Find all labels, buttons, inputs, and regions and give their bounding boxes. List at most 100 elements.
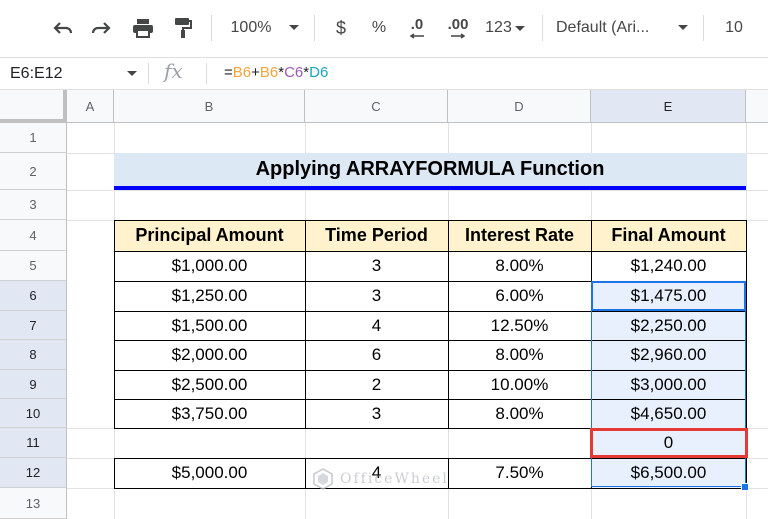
formula-token: +: [251, 64, 260, 81]
table-border: [305, 220, 306, 429]
name-box-dropdown-icon[interactable]: [126, 70, 138, 78]
font-family-label: Default (Ari...: [556, 19, 650, 36]
table-cell[interactable]: 12.50%: [448, 311, 591, 340]
gridline: [746, 123, 747, 519]
formula-input[interactable]: =B6+B6*C6*D6: [224, 64, 328, 81]
formula-token: B6: [259, 64, 279, 81]
select-all-corner[interactable]: [0, 90, 67, 123]
row-header-6[interactable]: 6: [0, 281, 67, 311]
table-cell[interactable]: $3,750.00: [114, 399, 305, 428]
column-header-c[interactable]: C: [305, 90, 448, 123]
table-cell[interactable]: $2,250.00: [591, 311, 746, 340]
more-formats-button[interactable]: 123: [480, 13, 530, 43]
table-border: [591, 458, 592, 489]
toolbar-divider: [542, 15, 543, 41]
row-header-9[interactable]: 9: [0, 370, 67, 399]
percent-format-button[interactable]: %: [364, 13, 394, 43]
row-header-12[interactable]: 12: [0, 458, 67, 488]
redo-icon[interactable]: [84, 13, 118, 43]
row-header-3[interactable]: 3: [0, 190, 67, 220]
table-cell[interactable]: $6,500.00: [591, 458, 746, 488]
zoom-select[interactable]: 100%: [222, 13, 280, 43]
table-border: [114, 370, 747, 371]
column-header-a[interactable]: A: [67, 90, 114, 123]
table-cell[interactable]: 3: [305, 251, 448, 281]
table-cell[interactable]: 6: [305, 340, 448, 370]
column-header-e[interactable]: E: [591, 90, 746, 123]
table-border: [114, 281, 747, 282]
toolbar-divider: [703, 15, 704, 41]
font-size-input[interactable]: 10: [716, 13, 752, 43]
fx-icon: fx: [164, 59, 183, 83]
table-cell[interactable]: 8.00%: [448, 399, 591, 428]
table-border: [114, 311, 747, 312]
table-cell[interactable]: $1,500.00: [114, 311, 305, 340]
table-cell[interactable]: 10.00%: [448, 370, 591, 399]
row-header-10[interactable]: 10: [0, 399, 67, 428]
table-border: [114, 399, 747, 400]
row-header-11[interactable]: 11: [0, 428, 67, 458]
table-cell[interactable]: $1,240.00: [591, 251, 746, 281]
table-cell[interactable]: $1,000.00: [114, 251, 305, 281]
print-icon[interactable]: [126, 13, 160, 43]
paint-format-icon[interactable]: [166, 13, 200, 43]
row-header-8[interactable]: 8: [0, 340, 67, 370]
formula-token: =: [224, 64, 233, 81]
increase-decimal-button[interactable]: .00: [440, 13, 476, 43]
row-header-1[interactable]: 1: [0, 123, 67, 153]
font-dropdown-icon[interactable]: [674, 13, 692, 43]
decrease-decimal-label: .0: [410, 16, 424, 33]
row-header-5[interactable]: 5: [0, 251, 67, 281]
more-formats-dropdown-icon: [514, 25, 525, 31]
table-cell[interactable]: 3: [305, 281, 448, 311]
table-border: [305, 458, 306, 489]
row-header-13[interactable]: 13: [0, 488, 67, 519]
table-cell[interactable]: $2,500.00: [114, 370, 305, 399]
currency-format-button[interactable]: $: [326, 13, 356, 43]
table-cell[interactable]: $4,650.00: [591, 399, 746, 428]
arrow-left-icon: [409, 33, 424, 39]
table-cell[interactable]: $1,250.00: [114, 281, 305, 311]
table-cell[interactable]: $2,960.00: [591, 340, 746, 370]
zoom-dropdown-icon[interactable]: [284, 13, 304, 43]
column-header-f[interactable]: [746, 90, 768, 123]
header-final-amount[interactable]: Final Amount: [591, 220, 746, 251]
sheet-title[interactable]: Applying ARRAYFORMULA Function: [114, 153, 746, 190]
toolbar-divider: [314, 15, 315, 41]
formula-token: B6: [232, 64, 252, 81]
table-border: [591, 220, 592, 429]
table-cell[interactable]: $3,000.00: [591, 370, 746, 399]
table-cell-zero[interactable]: 0: [591, 428, 746, 458]
table-cell[interactable]: 3: [305, 399, 448, 428]
undo-icon[interactable]: [46, 13, 80, 43]
table-cell[interactable]: 2: [305, 370, 448, 399]
table-cell[interactable]: $5,000.00: [114, 458, 305, 488]
formula-token: C6: [284, 64, 304, 81]
name-box-value: E6:E12: [10, 64, 63, 82]
table-cell[interactable]: 8.00%: [448, 340, 591, 370]
watermark-logo-icon: [313, 468, 333, 490]
decrease-decimal-button[interactable]: .0: [400, 13, 434, 43]
arrow-right-icon: [451, 33, 466, 39]
more-formats-label: 123: [485, 19, 512, 36]
header-time-period[interactable]: Time Period: [305, 220, 448, 251]
active-cell[interactable]: $1,475.00: [591, 281, 746, 311]
percent-label: %: [371, 19, 387, 36]
table-cell[interactable]: 6.00%: [448, 281, 591, 311]
table-cell[interactable]: 4: [305, 311, 448, 340]
font-family-select[interactable]: Default (Ari...: [556, 13, 672, 43]
table-cell[interactable]: 8.00%: [448, 251, 591, 281]
column-header-d[interactable]: D: [448, 90, 591, 123]
row-header-7[interactable]: 7: [0, 311, 67, 340]
table-cell[interactable]: 7.50%: [448, 458, 591, 488]
table-cell[interactable]: $2,000.00: [114, 340, 305, 370]
watermark: OfficeWheel: [312, 468, 449, 490]
row-header-2[interactable]: 2: [0, 153, 67, 190]
gridline: [67, 190, 768, 191]
header-principal-amount[interactable]: Principal Amount: [114, 220, 305, 251]
header-interest-rate[interactable]: Interest Rate: [448, 220, 591, 251]
column-header-b[interactable]: B: [114, 90, 305, 123]
table-border: [114, 340, 747, 341]
fill-handle[interactable]: [741, 483, 749, 491]
row-header-4[interactable]: 4: [0, 220, 67, 251]
